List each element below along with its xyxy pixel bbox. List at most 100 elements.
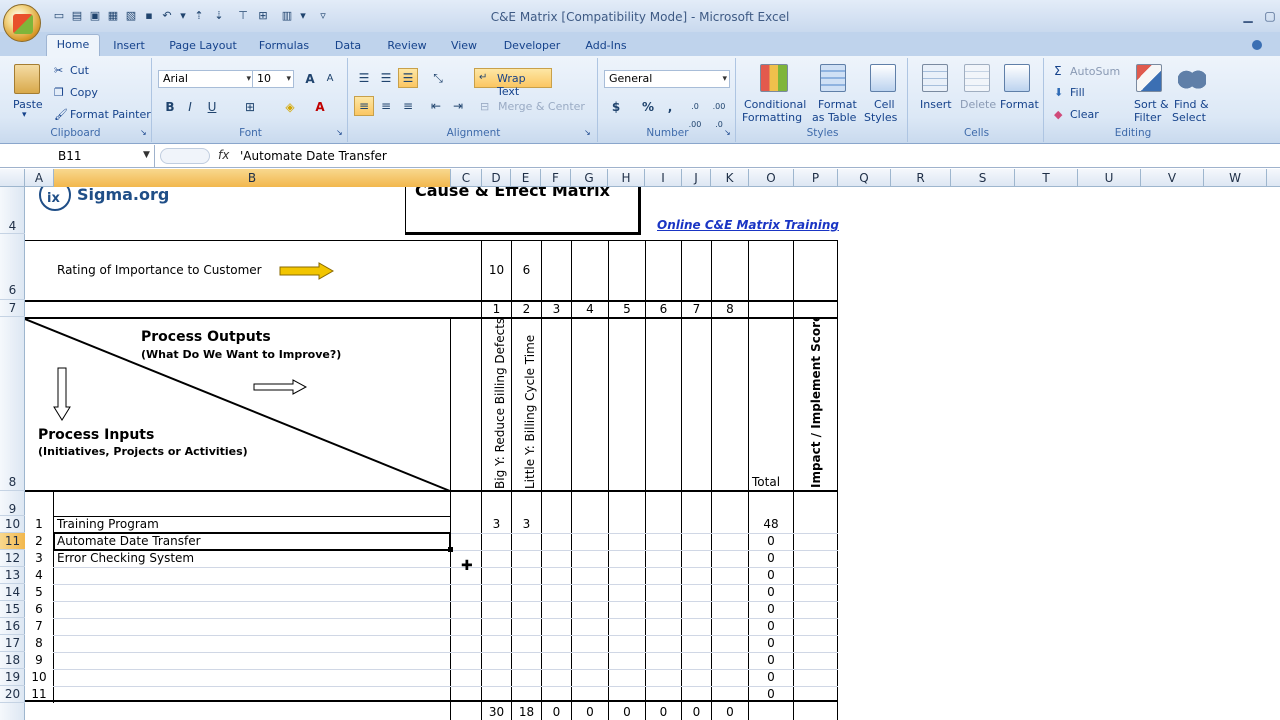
tab-page-layout[interactable]: Page Layout (166, 36, 240, 56)
alignment-launcher-icon[interactable]: ↘ (584, 128, 591, 137)
autosum-button[interactable]: AutoSum (1070, 65, 1120, 78)
bold-button[interactable]: B (160, 97, 180, 117)
clipboard-launcher-icon[interactable]: ↘ (140, 128, 147, 137)
col-header-r[interactable]: R (891, 169, 951, 187)
row-header-11[interactable]: 11 (0, 533, 25, 550)
underline-button[interactable]: U (202, 97, 222, 117)
align-right-icon[interactable]: ≡ (398, 96, 418, 116)
tab-add-ins[interactable]: Add-Ins (580, 36, 632, 56)
col-header-g[interactable]: G (571, 169, 608, 187)
decrease-indent-icon[interactable]: ⇤ (426, 96, 446, 116)
col-header-h[interactable]: H (608, 169, 645, 187)
col-header-i[interactable]: I (645, 169, 682, 187)
format-painter-icon[interactable]: 🖌 (54, 108, 68, 121)
delete-cells-button[interactable]: Delete (960, 98, 996, 111)
selected-cell-b11[interactable] (53, 532, 451, 551)
row-header-10[interactable]: 10 (0, 516, 25, 533)
conditional-formatting-sublabel[interactable]: Formatting (742, 111, 802, 124)
insert-function-icon[interactable]: fx (218, 148, 229, 162)
col-header-k[interactable]: K (711, 169, 749, 187)
insert-cells-icon[interactable] (922, 64, 948, 92)
col-header-w[interactable]: W (1204, 169, 1267, 187)
row-header-15[interactable]: 15 (0, 601, 25, 618)
name-box-dropdown-icon[interactable]: ▼ (143, 150, 150, 160)
row-header-4[interactable]: 4 (0, 187, 25, 234)
find-select-sublabel[interactable]: Select (1172, 111, 1206, 124)
col-header-p[interactable]: P (794, 169, 838, 187)
row-header-7[interactable]: 7 (0, 300, 25, 317)
paste-dropdown-icon[interactable]: ▾ (22, 110, 27, 120)
paste-icon[interactable] (14, 64, 40, 94)
rating-e[interactable]: 6 (512, 263, 541, 277)
col-header-j[interactable]: J (682, 169, 711, 187)
number-format-box[interactable]: General ▾ (604, 70, 730, 88)
copy-button[interactable]: Copy (70, 86, 98, 99)
tab-developer[interactable]: Developer (500, 36, 564, 56)
impact-header[interactable]: Impact / Implement Score (794, 319, 837, 491)
align-left-icon[interactable]: ≡ (354, 96, 374, 116)
col-header-f[interactable]: F (541, 169, 571, 187)
format-painter-button[interactable]: Format Painter (70, 108, 151, 121)
font-name-box[interactable]: Arial ▾ (158, 70, 254, 88)
cut-icon[interactable]: ✂ (54, 64, 63, 77)
row-header-20[interactable]: 20 (0, 686, 25, 703)
conditional-formatting-label[interactable]: Conditional (744, 98, 806, 111)
restore-icon[interactable]: ▢ (1258, 8, 1280, 24)
col-header-c[interactable]: C (451, 169, 482, 187)
sort-filter-icon[interactable] (1136, 64, 1162, 92)
number-format-dropdown-icon[interactable]: ▾ (722, 71, 727, 87)
align-middle-icon[interactable]: ☰ (376, 68, 396, 88)
formula-input[interactable]: 'Automate Date Transfer (240, 149, 387, 163)
clear-icon[interactable]: ◆ (1054, 108, 1062, 121)
find-select-icon[interactable] (1178, 64, 1206, 90)
col-header-e[interactable]: E (511, 169, 541, 187)
conditional-formatting-icon[interactable] (760, 64, 788, 92)
clear-button[interactable]: Clear (1070, 108, 1099, 121)
row-header-18[interactable]: 18 (0, 652, 25, 669)
find-select-label[interactable]: Find & (1174, 98, 1209, 111)
delete-cells-icon[interactable] (964, 64, 990, 92)
col-header-q[interactable]: Q (838, 169, 891, 187)
wrap-text-button[interactable]: ↵ Wrap Text (474, 68, 552, 98)
format-as-table-sublabel[interactable]: as Table (812, 111, 856, 124)
score-e[interactable]: 3 (512, 517, 541, 531)
row-header-9[interactable]: 9 (0, 491, 25, 516)
increase-decimal-button[interactable]: .0 .00 (684, 97, 706, 129)
sort-filter-label[interactable]: Sort & (1134, 98, 1169, 111)
formula-bar-expander[interactable] (160, 148, 210, 164)
sort-filter-sublabel[interactable]: Filter (1134, 111, 1161, 124)
font-launcher-icon[interactable]: ↘ (336, 128, 343, 137)
col-header-u[interactable]: U (1078, 169, 1141, 187)
col-header-s[interactable]: S (951, 169, 1015, 187)
autosum-icon[interactable]: Σ (1054, 64, 1062, 78)
input-name[interactable]: Training Program (57, 517, 159, 531)
help-icon[interactable] (1252, 40, 1262, 50)
format-cells-icon[interactable] (1004, 64, 1030, 92)
grow-font-button[interactable]: A (300, 69, 320, 89)
format-as-table-icon[interactable] (820, 64, 846, 92)
row-header-12[interactable]: 12 (0, 550, 25, 567)
row-header-14[interactable]: 14 (0, 584, 25, 601)
worksheet[interactable]: ix Sigma.org Cause & Effect Matrix Onlin… (25, 187, 1280, 720)
training-link[interactable]: Online C&E Matrix Training (657, 218, 839, 232)
tab-data[interactable]: Data (328, 36, 368, 56)
font-size-dropdown-icon[interactable]: ▾ (286, 71, 291, 87)
tab-formulas[interactable]: Formulas (252, 36, 316, 56)
cell-styles-label[interactable]: Cell (874, 98, 895, 111)
decrease-decimal-button[interactable]: .00 .0 (708, 97, 730, 129)
cell-styles-sublabel[interactable]: Styles (864, 111, 897, 124)
select-all-corner[interactable] (0, 169, 25, 187)
borders-icon[interactable]: ⊞ (240, 97, 260, 117)
font-color-icon[interactable]: A (310, 97, 330, 117)
fill-handle[interactable] (448, 547, 453, 552)
row-header-13[interactable]: 13 (0, 567, 25, 584)
row-header-19[interactable]: 19 (0, 669, 25, 686)
name-box[interactable]: B11 (0, 145, 155, 167)
col-header-v[interactable]: V (1141, 169, 1204, 187)
align-center-icon[interactable]: ≡ (376, 96, 396, 116)
cut-button[interactable]: Cut (70, 64, 89, 77)
row-header-16[interactable]: 16 (0, 618, 25, 635)
merge-center-icon[interactable]: ⊟ (480, 100, 489, 113)
col-header-t[interactable]: T (1015, 169, 1078, 187)
font-name-dropdown-icon[interactable]: ▾ (246, 71, 251, 87)
